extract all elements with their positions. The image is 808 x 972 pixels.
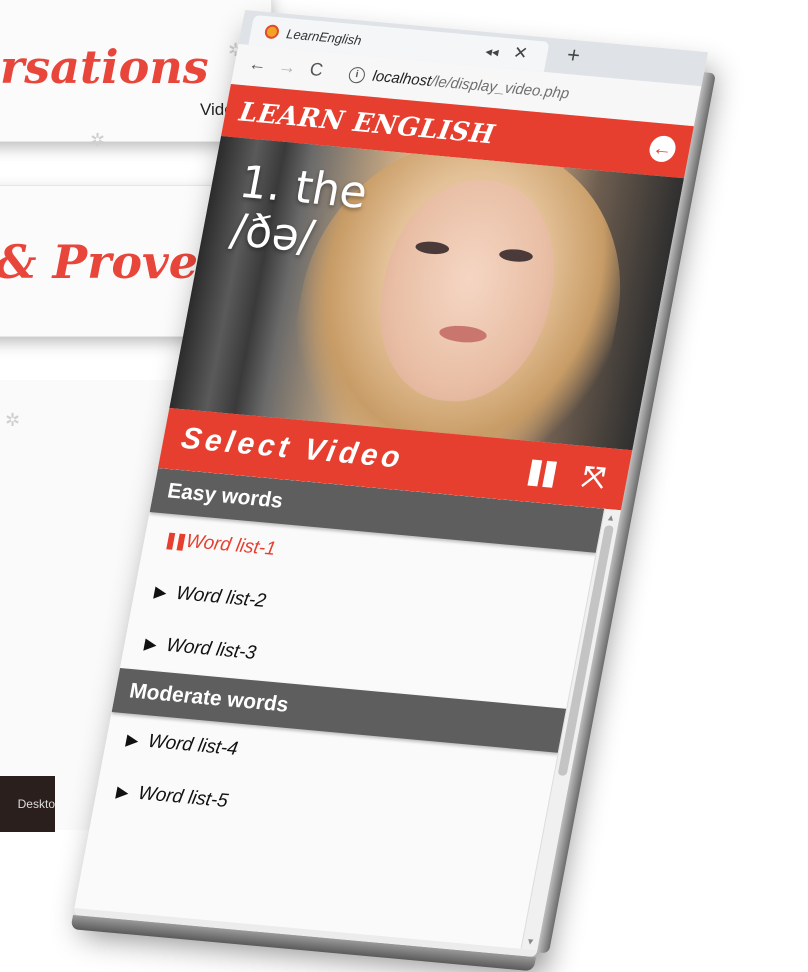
- favicon-icon: [263, 24, 281, 40]
- video-list: Easy words ❚❚Word list-1 ▶ Word list-2 ▶ W…: [74, 468, 606, 949]
- sparkle-decoration: ✲: [5, 410, 21, 430]
- list-item-label: Word list-1: [184, 530, 278, 560]
- background-taskbar: Deskto: [0, 776, 55, 832]
- reload-icon[interactable]: C: [308, 59, 325, 81]
- url-path: /le/display_video.php: [429, 72, 571, 103]
- expand-icon[interactable]: ⤧: [580, 460, 608, 495]
- new-tab-icon[interactable]: +: [565, 42, 582, 69]
- browser-window: LearnEnglish ◂◂ ✕ + ← → C i localhost/le…: [70, 10, 708, 972]
- arrow-left-circle-icon[interactable]: ←: [647, 134, 678, 164]
- list-item-label: Word list-2: [174, 582, 268, 612]
- sparkle-decoration: ✲: [90, 130, 106, 150]
- video-caption: 1. the /ðə/: [226, 157, 371, 267]
- list-item-label: Word list-4: [146, 730, 240, 760]
- forward-arrow-icon[interactable]: →: [276, 56, 299, 79]
- list-item-label: Word list-5: [136, 782, 230, 812]
- url-field[interactable]: localhost/le/display_video.php: [371, 68, 571, 103]
- scroll-down-icon[interactable]: ▼: [525, 936, 536, 947]
- pause-icon[interactable]: [527, 459, 558, 488]
- url-host: localhost: [371, 67, 433, 90]
- tab-title: LearnEnglish: [285, 26, 363, 48]
- scroll-up-icon[interactable]: ▲: [606, 512, 617, 523]
- background-title-proverbs: & Prover: [0, 235, 223, 289]
- tab-close-icon[interactable]: ✕: [512, 43, 530, 64]
- list-item-label: Word list-3: [164, 634, 258, 664]
- info-icon[interactable]: i: [347, 66, 367, 84]
- back-arrow-icon[interactable]: ←: [247, 53, 269, 76]
- video-player[interactable]: 1. the /ðə/: [169, 136, 685, 451]
- select-video-label: Select Video: [178, 421, 407, 475]
- background-title-conversations: rsations: [0, 40, 209, 94]
- speaker-icon[interactable]: ◂◂: [484, 43, 500, 60]
